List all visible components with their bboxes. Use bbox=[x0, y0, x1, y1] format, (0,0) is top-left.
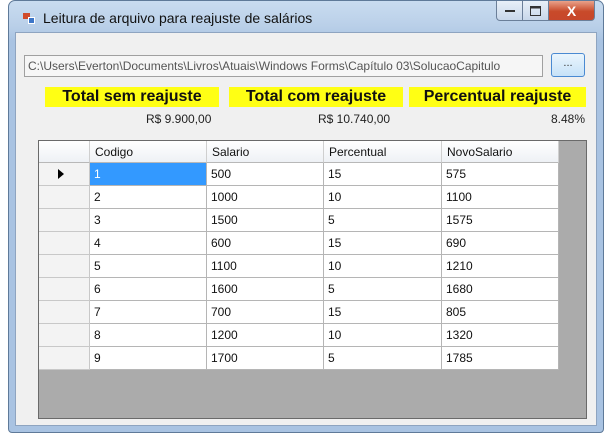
row-header[interactable] bbox=[39, 347, 90, 370]
maximize-button[interactable] bbox=[523, 1, 549, 21]
cell-codigo[interactable]: 3 bbox=[90, 209, 207, 232]
salary-data-grid[interactable]: Codigo Salario Percentual NovoSalario 15… bbox=[38, 140, 587, 419]
table-row[interactable]: 5 1100 10 1210 bbox=[39, 255, 559, 278]
cell-novosalario[interactable]: 805 bbox=[442, 301, 559, 324]
grid-corner-header[interactable] bbox=[39, 141, 90, 163]
row-header[interactable] bbox=[39, 255, 90, 278]
row-header[interactable] bbox=[39, 324, 90, 347]
cell-percentual[interactable]: 5 bbox=[324, 278, 442, 301]
cell-codigo[interactable]: 7 bbox=[90, 301, 207, 324]
table-row[interactable]: 4 600 15 690 bbox=[39, 232, 559, 255]
cell-novosalario[interactable]: 1680 bbox=[442, 278, 559, 301]
maximize-icon bbox=[530, 5, 541, 16]
cell-percentual[interactable]: 5 bbox=[324, 209, 442, 232]
table-row[interactable]: 6 1600 5 1680 bbox=[39, 278, 559, 301]
total-sem-reajuste-label: Total sem reajuste bbox=[45, 87, 219, 107]
minimize-icon bbox=[504, 9, 515, 12]
window-controls: X bbox=[496, 1, 595, 21]
row-header[interactable] bbox=[39, 209, 90, 232]
cell-salario[interactable]: 600 bbox=[207, 232, 324, 255]
current-row-arrow-icon bbox=[58, 169, 64, 179]
column-header-salario[interactable]: Salario bbox=[207, 141, 324, 163]
table-row[interactable]: 9 1700 5 1785 bbox=[39, 347, 559, 370]
table-row[interactable]: 2 1000 10 1100 bbox=[39, 186, 559, 209]
row-header[interactable] bbox=[39, 186, 90, 209]
cell-salario[interactable]: 1000 bbox=[207, 186, 324, 209]
cell-salario[interactable]: 500 bbox=[207, 163, 324, 186]
percentual-reajuste-label: Percentual reajuste bbox=[409, 87, 586, 107]
cell-salario[interactable]: 1100 bbox=[207, 255, 324, 278]
cell-codigo[interactable]: 4 bbox=[90, 232, 207, 255]
cell-salario[interactable]: 1600 bbox=[207, 278, 324, 301]
cell-percentual[interactable]: 5 bbox=[324, 347, 442, 370]
grid-header: Codigo Salario Percentual NovoSalario bbox=[39, 141, 559, 163]
total-com-reajuste-value: R$ 10.740,00 bbox=[318, 112, 391, 126]
cell-codigo[interactable]: 6 bbox=[90, 278, 207, 301]
minimize-button[interactable] bbox=[496, 1, 523, 21]
row-header[interactable] bbox=[39, 163, 90, 186]
cell-salario[interactable]: 1700 bbox=[207, 347, 324, 370]
cell-codigo[interactable]: 5 bbox=[90, 255, 207, 278]
row-header[interactable] bbox=[39, 278, 90, 301]
percentual-reajuste-value: 8.48% bbox=[551, 112, 586, 126]
cell-codigo[interactable]: 1 bbox=[90, 163, 207, 186]
column-header-novosalario[interactable]: NovoSalario bbox=[442, 141, 559, 163]
column-header-percentual[interactable]: Percentual bbox=[324, 141, 442, 163]
column-header-codigo[interactable]: Codigo bbox=[90, 141, 207, 163]
table-row[interactable]: 3 1500 5 1575 bbox=[39, 209, 559, 232]
title-bar[interactable]: Leitura de arquivo para reajuste de salá… bbox=[9, 1, 603, 31]
row-header[interactable] bbox=[39, 301, 90, 324]
cell-codigo[interactable]: 8 bbox=[90, 324, 207, 347]
cell-codigo[interactable]: 2 bbox=[90, 186, 207, 209]
close-button[interactable]: X bbox=[549, 1, 595, 21]
window-title: Leitura de arquivo para reajuste de salá… bbox=[43, 10, 313, 26]
cell-novosalario[interactable]: 1100 bbox=[442, 186, 559, 209]
cell-salario[interactable]: 1200 bbox=[207, 324, 324, 347]
total-sem-reajuste-value: R$ 9.900,00 bbox=[146, 112, 212, 126]
row-header[interactable] bbox=[39, 232, 90, 255]
cell-percentual[interactable]: 15 bbox=[324, 163, 442, 186]
cell-percentual[interactable]: 15 bbox=[324, 301, 442, 324]
cell-percentual[interactable]: 10 bbox=[324, 186, 442, 209]
cell-novosalario[interactable]: 1785 bbox=[442, 347, 559, 370]
file-path-field[interactable]: C:\Users\Everton\Documents\Livros\Atuais… bbox=[24, 55, 543, 77]
cell-percentual[interactable]: 15 bbox=[324, 232, 442, 255]
total-com-reajuste-label: Total com reajuste bbox=[229, 87, 403, 107]
app-icon bbox=[23, 13, 35, 25]
cell-novosalario[interactable]: 1210 bbox=[442, 255, 559, 278]
table-row[interactable]: 7 700 15 805 bbox=[39, 301, 559, 324]
cell-percentual[interactable]: 10 bbox=[324, 255, 442, 278]
cell-salario[interactable]: 700 bbox=[207, 301, 324, 324]
cell-novosalario[interactable]: 575 bbox=[442, 163, 559, 186]
cell-novosalario[interactable]: 1320 bbox=[442, 324, 559, 347]
cell-novosalario[interactable]: 1575 bbox=[442, 209, 559, 232]
browse-button[interactable]: ... bbox=[551, 53, 585, 77]
cell-salario[interactable]: 1500 bbox=[207, 209, 324, 232]
table-row[interactable]: 8 1200 10 1320 bbox=[39, 324, 559, 347]
cell-percentual[interactable]: 10 bbox=[324, 324, 442, 347]
table-row[interactable]: 1 500 15 575 bbox=[39, 163, 559, 186]
cell-codigo[interactable]: 9 bbox=[90, 347, 207, 370]
cell-novosalario[interactable]: 690 bbox=[442, 232, 559, 255]
close-icon: X bbox=[566, 2, 577, 19]
